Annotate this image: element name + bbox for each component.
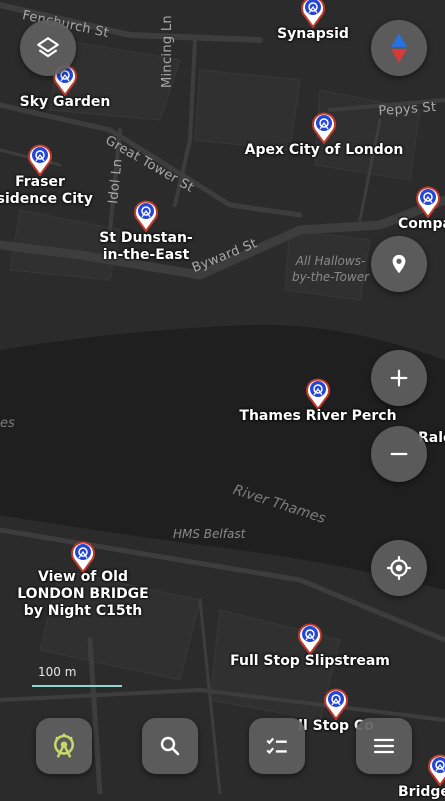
zoom-out-button[interactable]: [371, 426, 427, 482]
poi-pin-icon: [134, 200, 158, 232]
poi-label: Compa: [398, 216, 445, 232]
search-icon: [160, 736, 180, 756]
compass-button[interactable]: [371, 20, 427, 76]
my-location-button[interactable]: [371, 540, 427, 596]
plus-icon: [390, 369, 408, 387]
place-button[interactable]: [371, 236, 427, 292]
menu-button[interactable]: [356, 718, 412, 774]
scale-bar: 100 m: [32, 665, 124, 689]
poi-pin-icon: [428, 754, 445, 786]
poi-label: Sky Garden: [19, 94, 111, 110]
poi-pin-icon: [416, 186, 440, 218]
minus-icon: [390, 452, 408, 456]
poi-pin-icon: [324, 688, 348, 720]
checklist-icon: [266, 737, 287, 755]
poi-pin-icon: [298, 623, 322, 655]
scale-line: [32, 685, 122, 687]
scale-label: 100 m: [38, 665, 77, 679]
poi-pin-icon: [301, 0, 325, 28]
layers-button[interactable]: [20, 20, 76, 76]
area-label-all-hallows: All Hallows- by-the-Tower: [292, 254, 370, 284]
menu-icon: [373, 738, 395, 754]
poi-label: Thames River Perch: [239, 408, 397, 424]
water-label-edge: es: [0, 416, 15, 431]
poi-label: St Dunstan- in-the-East: [99, 230, 193, 263]
poi-label: View of Old LONDON BRIDGE by Night C15th: [17, 569, 149, 619]
search-button[interactable]: [142, 718, 198, 774]
street-label-mincing: Mincing Ln: [160, 15, 175, 88]
compass-icon: [391, 33, 407, 63]
poi-label: Fraser esidence City: [0, 174, 93, 207]
layers-icon: [37, 37, 59, 58]
poi-pin-icon: [28, 144, 52, 176]
route-button[interactable]: [36, 718, 92, 774]
poi-label: Bridge: [398, 784, 445, 800]
poi-pin-icon: [306, 378, 330, 410]
checklist-button[interactable]: [249, 718, 305, 774]
zoom-in-button[interactable]: [371, 350, 427, 406]
poi-pin-icon: [312, 112, 336, 144]
poi-pin-icon: [71, 541, 95, 573]
route-icon: [54, 733, 74, 758]
place-icon: [392, 254, 406, 274]
poi-label: Full Stop Slipstream: [230, 653, 390, 669]
poi-label: Apex City of London: [244, 142, 404, 158]
area-label-hms-belfast: HMS Belfast: [173, 527, 246, 541]
my-location-icon: [387, 556, 411, 580]
